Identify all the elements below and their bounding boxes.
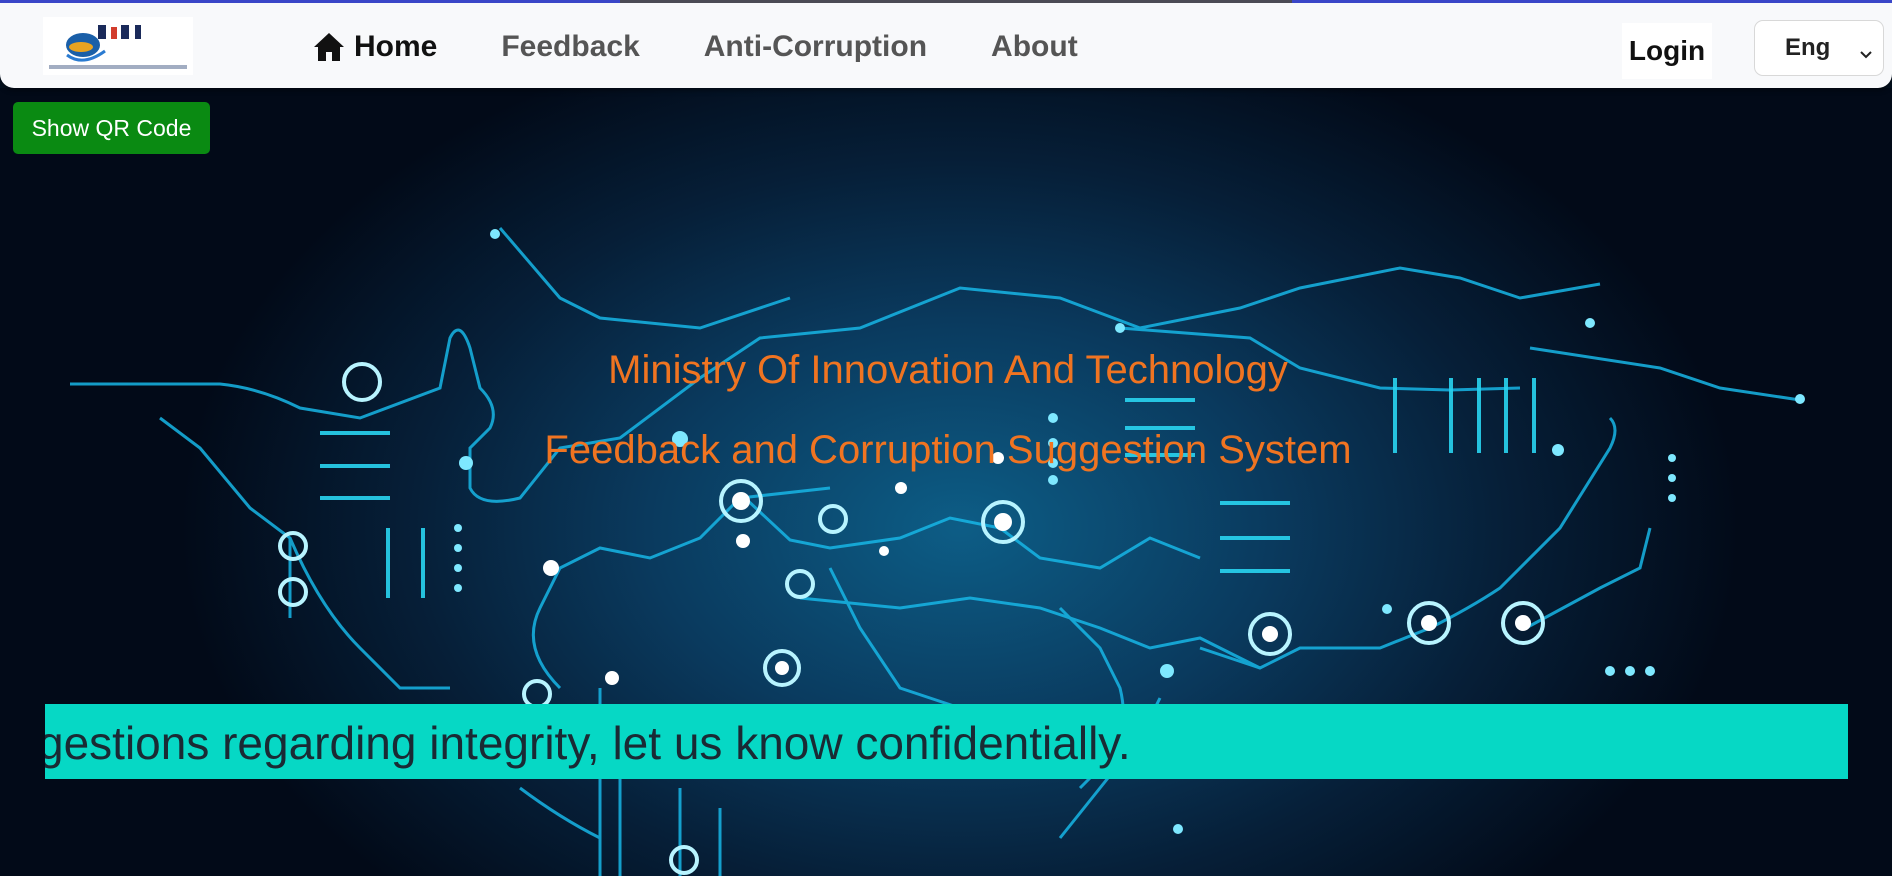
mint-logo[interactable] [43,17,193,75]
login-button[interactable]: Login [1622,23,1712,79]
nav-about-label: About [991,30,1078,63]
nav-anti-corruption[interactable]: Anti-Corruption [704,27,927,67]
marquee-text: gestions regarding integrity, let us kno… [45,717,1131,769]
top-navbar: Home Feedback Anti-Corruption About Logi… [0,0,1892,88]
nav-feedback-label: Feedback [501,30,640,63]
language-select[interactable]: Eng [1754,20,1884,76]
loading-bar [620,0,1292,3]
hero-subtitle: Feedback and Corruption Suggestion Syste… [544,428,1352,472]
nav-about[interactable]: About [991,27,1078,67]
language-selected: Eng [1785,34,1831,61]
nav-anti-corruption-label: Anti-Corruption [703,30,928,63]
home-icon [312,31,346,63]
main-nav: Home Feedback Anti-Corruption About [312,27,1078,67]
nav-home-label: Home [354,30,438,63]
announcement-marquee: gestions regarding integrity, let us kno… [45,704,1848,779]
nav-feedback[interactable]: Feedback [501,27,639,67]
chevron-down-icon [1859,41,1873,59]
nav-home[interactable]: Home [312,27,437,67]
show-qr-code-button[interactable]: Show QR Code [13,102,210,154]
hero-title: Ministry Of Innovation And Technology [608,348,1288,392]
